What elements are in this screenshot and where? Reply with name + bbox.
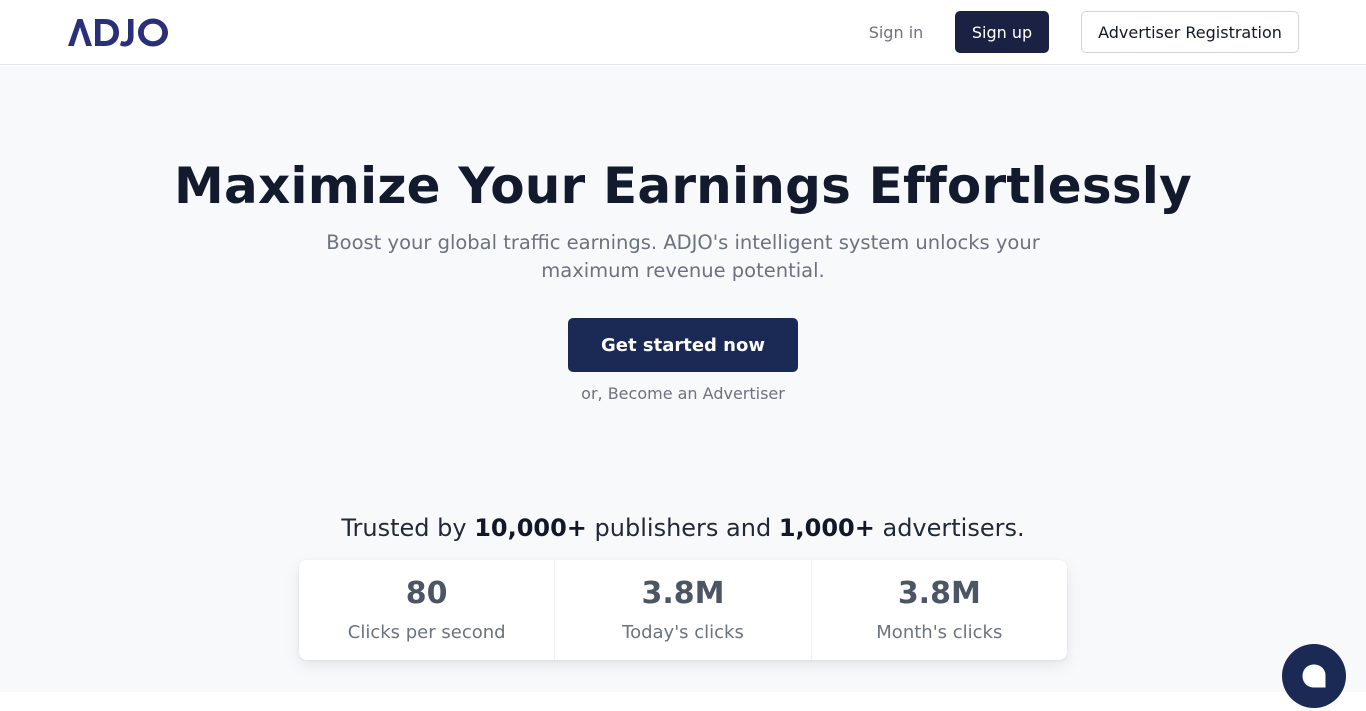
advertiser-registration-button[interactable]: Advertiser Registration [1081, 11, 1299, 53]
site-header: Sign in Sign up Advertiser Registration [0, 0, 1366, 65]
hero-subtitle: Boost your global traffic earnings. ADJO… [326, 231, 1040, 282]
chat-bubble-icon [1302, 664, 1326, 688]
hero-section: Maximize Your Earnings Effortlessly Boos… [0, 66, 1366, 692]
get-started-button[interactable]: Get started now [568, 318, 798, 372]
trusted-middle: publishers and [586, 514, 779, 542]
advertisers-count: 1,000+ [778, 514, 875, 542]
stat-label: Month's clicks [876, 622, 1003, 643]
hero-title: Maximize Your Earnings Effortlessly [174, 157, 1192, 215]
trusted-prefix: Trusted by [341, 514, 475, 542]
adjo-logo[interactable] [67, 17, 182, 48]
adjo-logo-mark [68, 18, 168, 47]
stat-label: Today's clicks [622, 622, 744, 643]
signin-link[interactable]: Sign in [855, 11, 937, 53]
stat-clicks-per-second: 80 Clicks per second [299, 560, 556, 660]
become-advertiser-link[interactable]: or, Become an Advertiser [0, 384, 1366, 403]
stat-value: 3.8M [641, 576, 725, 611]
stat-value: 80 [405, 576, 448, 611]
stat-value: 3.8M [897, 576, 981, 611]
stat-todays-clicks: 3.8M Today's clicks [555, 560, 812, 660]
stat-label: Clicks per second [347, 622, 506, 643]
trusted-suffix: advertisers. [874, 514, 1025, 542]
chat-launcher-button[interactable] [1282, 644, 1346, 708]
signup-button[interactable]: Sign up [955, 11, 1049, 53]
stats-card: 80 Clicks per second 3.8M Today's clicks… [299, 560, 1067, 660]
stat-months-clicks: 3.8M Month's clicks [812, 560, 1067, 660]
publishers-count: 10,000+ [474, 514, 587, 542]
trusted-by-text: Trusted by 10,000+ publishers and 1,000+… [0, 512, 1366, 544]
